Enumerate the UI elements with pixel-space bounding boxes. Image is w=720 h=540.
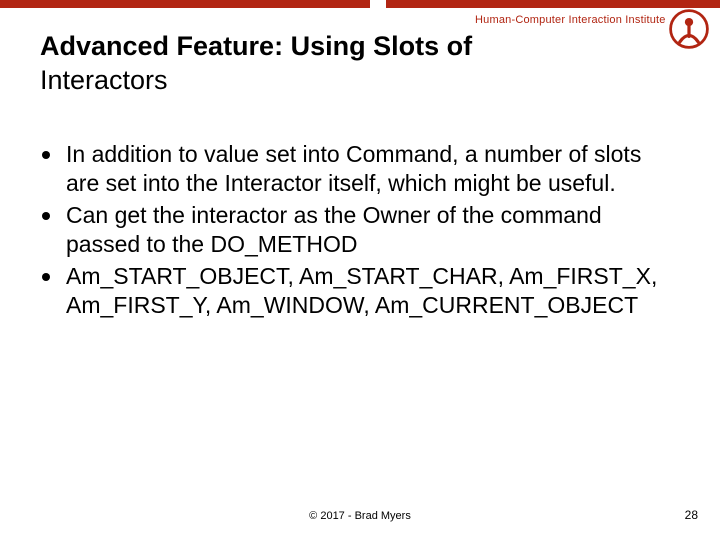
title-line-2: Interactors [40, 65, 168, 95]
list-item: Am_START_OBJECT, Am_START_CHAR, Am_FIRST… [40, 262, 680, 321]
accent-bar-gap [370, 0, 386, 8]
footer-copyright: © 2017 - Brad Myers [0, 510, 720, 522]
bullet-text: Can get the interactor as the Owner of t… [66, 202, 602, 257]
list-item: Can get the interactor as the Owner of t… [40, 201, 680, 260]
hcii-logo-icon [666, 6, 712, 52]
list-item: In addition to value set into Command, a… [40, 140, 680, 199]
bullet-text: In addition to value set into Command, a… [66, 141, 641, 196]
bullet-text: Am_START_OBJECT, Am_START_CHAR, Am_FIRST… [66, 263, 657, 318]
bullet-list: In addition to value set into Command, a… [40, 140, 680, 323]
org-label: Human-Computer Interaction Institute [475, 14, 666, 26]
footer-page-number: 28 [685, 508, 698, 522]
slide-title: Advanced Feature: Using Slots of Interac… [40, 30, 600, 98]
title-line-1: Advanced Feature: Using Slots of [40, 31, 472, 61]
slide-top-accent-bar [0, 0, 720, 8]
